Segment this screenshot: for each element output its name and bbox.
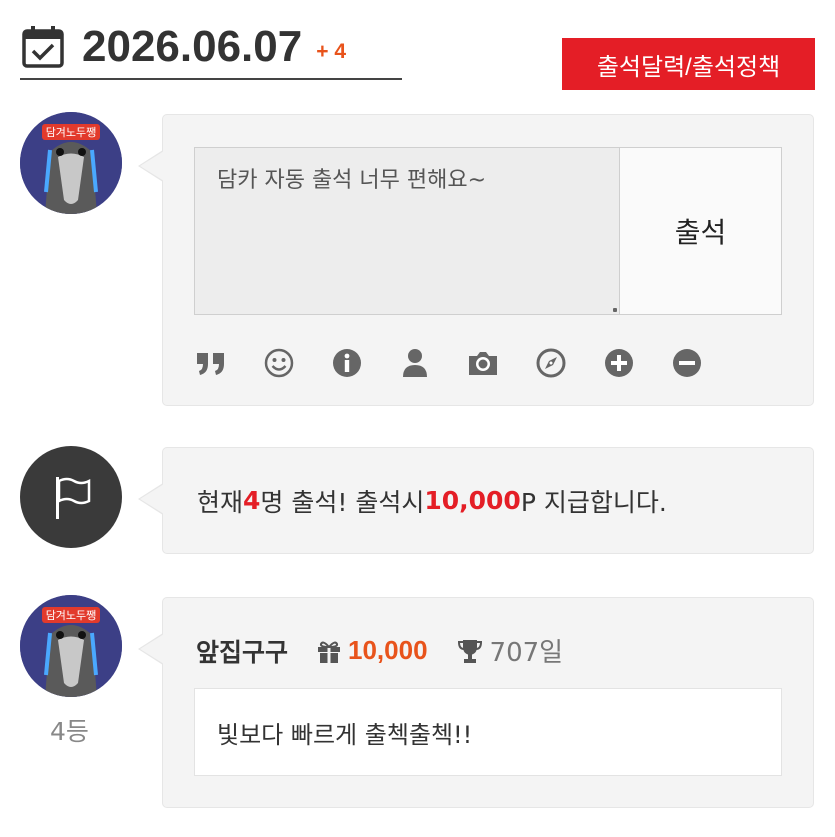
entry-comment: 빛보다 빠르게 출첵출첵!! <box>194 688 782 776</box>
notice-count: 4 <box>243 486 261 515</box>
svg-text:담겨노두쨍: 담겨노두쨍 <box>46 126 97 139</box>
calendar-icon <box>22 26 64 68</box>
notice-avatar <box>20 446 122 548</box>
notice-suffix: P 지급합니다. <box>520 487 667 517</box>
avatar: 담겨노두쨍 <box>20 112 122 214</box>
plus-circle-icon[interactable] <box>602 346 636 380</box>
notice-points: 10,000 <box>424 486 521 515</box>
rank-label: 4등 <box>50 717 89 746</box>
comment-textarea[interactable]: 담카 자동 출석 너무 편해요~ <box>195 148 620 314</box>
compose-panel: 담카 자동 출석 너무 편해요~ 출석 <box>138 114 814 406</box>
entry-points: 10,000 <box>348 635 428 665</box>
smile-icon[interactable] <box>262 346 296 380</box>
svg-text:담겨노두쨍: 담겨노두쨍 <box>46 609 97 622</box>
user-icon[interactable] <box>398 346 432 380</box>
notice-prefix: 현재 <box>197 487 244 517</box>
avatar-image: 담겨노두쨍 <box>20 112 122 214</box>
user-name[interactable]: 앞집구구 <box>196 633 288 669</box>
editor-toolbar <box>194 345 738 381</box>
gift-icon <box>318 641 341 663</box>
minus-circle-icon[interactable] <box>670 346 704 380</box>
compass-icon[interactable] <box>534 346 568 380</box>
attendance-days: 707일 <box>489 638 564 668</box>
flag-icon <box>56 477 91 519</box>
date-text: 2026.06.07 <box>82 22 303 71</box>
trophy-icon <box>457 639 482 663</box>
comment-text: 담카 자동 출석 너무 편해요~ <box>217 168 487 193</box>
camera-icon[interactable] <box>466 346 500 380</box>
entry-panel: 앞집구구 10,000 707일 빛보다 빠르게 출첵출첵!! <box>138 597 814 808</box>
info-icon[interactable] <box>330 346 364 380</box>
entry-avatar: 담겨노두쨍 <box>20 595 122 697</box>
notice-middle: 명 출석! 출석시 <box>260 487 425 517</box>
quote-icon[interactable] <box>194 346 228 380</box>
attend-button[interactable]: 출석 <box>620 148 781 314</box>
avatar-image: 담겨노두쨍 <box>20 595 122 697</box>
attendance-policy-button[interactable]: 출석달력/출석정책 <box>562 38 815 90</box>
attendance-notice: 현재 4명 출석! 출석시 10,000 P 지급합니다. <box>197 448 667 553</box>
entry-header: 앞집구구 10,000 707일 <box>196 632 563 669</box>
notice-panel: 현재 4명 출석! 출석시 10,000 P 지급합니다. <box>138 447 814 554</box>
resize-handle[interactable] <box>613 308 617 312</box>
attendance-plus-count: + 4 <box>316 40 346 63</box>
date-header: 2026.06.07 + 4 <box>20 16 402 80</box>
compose-input-wrap: 담카 자동 출석 너무 편해요~ 출석 <box>194 147 782 315</box>
